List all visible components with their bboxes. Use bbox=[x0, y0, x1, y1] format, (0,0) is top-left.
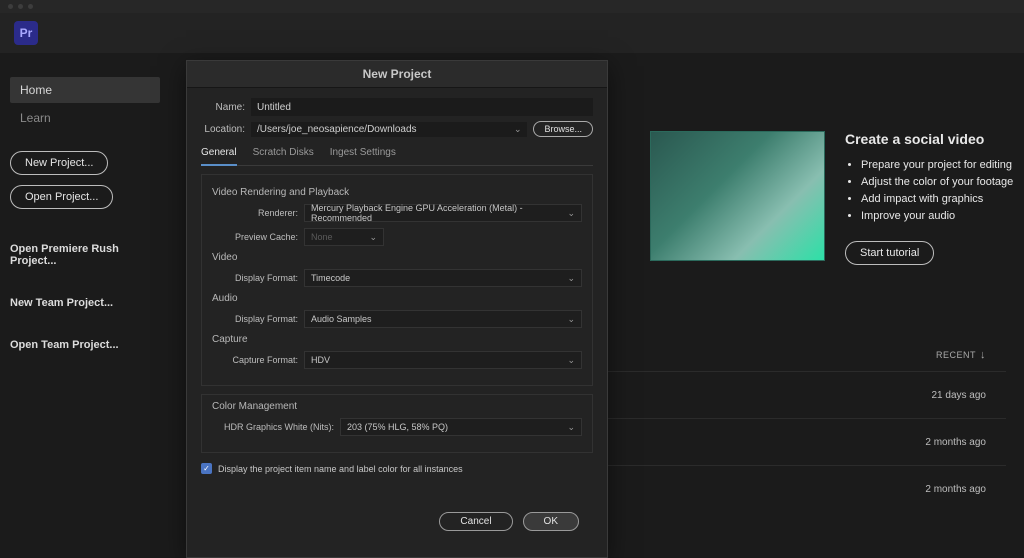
app-logo-icon: Pr bbox=[14, 21, 38, 45]
tutorial-bullets: Prepare your project for editing Adjust … bbox=[845, 157, 1013, 225]
sidebar-link-open-team[interactable]: Open Team Project... bbox=[10, 333, 160, 357]
audio-format-label: Display Format: bbox=[212, 314, 304, 324]
start-tutorial-button[interactable]: Start tutorial bbox=[845, 241, 934, 265]
traffic-light-zoom[interactable] bbox=[28, 4, 33, 9]
hdr-select[interactable]: 203 (75% HLG, 58% PQ) ⌄ bbox=[340, 418, 582, 436]
preview-cache-label: Preview Cache: bbox=[212, 232, 304, 242]
ok-button[interactable]: OK bbox=[523, 512, 579, 531]
location-label: Location: bbox=[201, 124, 245, 135]
location-dropdown[interactable]: /Users/joe_neosapience/Downloads ⌄ bbox=[251, 122, 527, 137]
sidebar-link-new-team[interactable]: New Team Project... bbox=[10, 291, 160, 315]
dialog-title: New Project bbox=[187, 61, 607, 88]
playback-section: Video Rendering and Playback Renderer: M… bbox=[201, 174, 593, 386]
hdr-label: HDR Graphics White (Nits): bbox=[212, 422, 340, 432]
sort-arrow-icon: ↓ bbox=[980, 349, 986, 361]
tab-ingest[interactable]: Ingest Settings bbox=[330, 143, 396, 165]
chevron-down-icon: ⌄ bbox=[567, 208, 575, 219]
traffic-light-close[interactable] bbox=[8, 4, 13, 9]
chevron-down-icon: ⌄ bbox=[514, 124, 522, 135]
capture-format-label: Capture Format: bbox=[212, 355, 304, 365]
sidebar-link-rush[interactable]: Open Premiere Rush Project... bbox=[10, 237, 160, 273]
renderer-label: Renderer: bbox=[212, 208, 304, 218]
tab-general[interactable]: General bbox=[201, 143, 237, 166]
sidebar-item-learn[interactable]: Learn bbox=[10, 105, 160, 131]
sidebar: Home Learn New Project... Open Project..… bbox=[0, 53, 170, 516]
new-project-dialog: New Project Name: Location: /Users/joe_n… bbox=[186, 60, 608, 558]
location-row: Location: /Users/joe_neosapience/Downloa… bbox=[201, 121, 593, 137]
tutorial-thumbnail bbox=[650, 131, 825, 261]
cancel-button[interactable]: Cancel bbox=[439, 512, 512, 531]
section-title: Capture bbox=[212, 334, 582, 345]
top-bar: Pr bbox=[0, 13, 1024, 53]
color-section: Color Management HDR Graphics White (Nit… bbox=[201, 394, 593, 453]
dialog-footer: Cancel OK bbox=[201, 502, 593, 543]
video-format-label: Display Format: bbox=[212, 273, 304, 283]
renderer-select[interactable]: Mercury Playback Engine GPU Acceleration… bbox=[304, 204, 582, 222]
section-title: Color Management bbox=[212, 401, 582, 412]
open-project-button[interactable]: Open Project... bbox=[10, 185, 113, 209]
sidebar-item-home[interactable]: Home bbox=[10, 77, 160, 103]
settings-tabs: General Scratch Disks Ingest Settings bbox=[201, 143, 593, 166]
recent-header[interactable]: RECENT ↓ bbox=[936, 349, 986, 361]
tutorial-title: Create a social video bbox=[845, 131, 1013, 147]
traffic-light-minimize[interactable] bbox=[18, 4, 23, 9]
browse-button[interactable]: Browse... bbox=[533, 121, 593, 137]
chevron-down-icon: ⌄ bbox=[369, 232, 377, 243]
chevron-down-icon: ⌄ bbox=[567, 422, 575, 433]
section-title: Video Rendering and Playback bbox=[212, 187, 582, 198]
tutorial-text: Create a social video Prepare your proje… bbox=[845, 131, 1013, 265]
tab-scratch-disks[interactable]: Scratch Disks bbox=[253, 143, 314, 165]
section-title: Video bbox=[212, 252, 582, 263]
display-item-name-checkbox-row[interactable]: ✓ Display the project item name and labe… bbox=[201, 463, 593, 474]
capture-format-select[interactable]: HDV ⌄ bbox=[304, 351, 582, 369]
chevron-down-icon: ⌄ bbox=[567, 355, 575, 366]
dialog-body: Name: Location: /Users/joe_neosapience/D… bbox=[187, 88, 607, 557]
chevron-down-icon: ⌄ bbox=[567, 273, 575, 284]
macos-titlebar bbox=[0, 0, 1024, 13]
section-title: Audio bbox=[212, 293, 582, 304]
video-format-select[interactable]: Timecode ⌄ bbox=[304, 269, 582, 287]
chevron-down-icon: ⌄ bbox=[567, 314, 575, 325]
audio-format-select[interactable]: Audio Samples ⌄ bbox=[304, 310, 582, 328]
checkbox-checked-icon[interactable]: ✓ bbox=[201, 463, 212, 474]
tutorial-card: Create a social video Prepare your proje… bbox=[650, 131, 1013, 265]
checkbox-label: Display the project item name and label … bbox=[218, 464, 463, 474]
name-input[interactable] bbox=[251, 98, 593, 116]
name-row: Name: bbox=[201, 98, 593, 116]
preview-cache-select: None ⌄ bbox=[304, 228, 384, 246]
name-label: Name: bbox=[201, 102, 245, 113]
new-project-button[interactable]: New Project... bbox=[10, 151, 108, 175]
